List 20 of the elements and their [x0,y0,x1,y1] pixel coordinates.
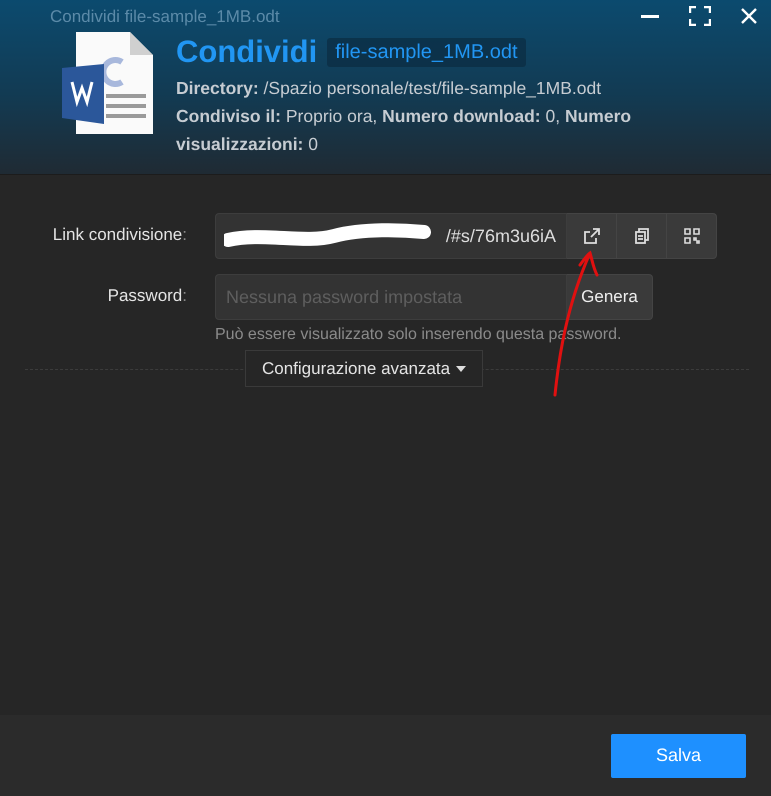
dialog-title: Condividi [176,34,318,70]
advanced-config-button[interactable]: Configurazione avanzata [245,350,484,387]
qr-code-icon [682,227,700,245]
fullscreen-icon[interactable] [689,6,711,26]
qr-code-button[interactable] [667,213,717,259]
window-title: Condividi file-sample_1MB.odt [50,7,280,27]
caret-icon [456,366,466,372]
document-icon [62,32,154,134]
file-name-tag: file-sample_1MB.odt [327,38,526,66]
close-icon[interactable] [741,8,757,24]
password-label: Password: [106,285,188,306]
open-link-button[interactable] [567,213,617,259]
copy-icon [632,227,650,245]
minimize-icon[interactable] [641,14,659,18]
generate-button[interactable]: Genera [567,274,653,320]
copy-button[interactable] [617,213,667,259]
link-field[interactable]: /#s/76m3u6iA [215,213,567,259]
open-link-icon [582,227,600,245]
share-info: Directory: /Spazio personale/test/file-sample_1MB.odt Condiviso il: Proprio ora, Numero download: 0, Numero visualizzazioni: 0 [176,77,632,156]
link-label: Link condivisione: [52,224,188,245]
